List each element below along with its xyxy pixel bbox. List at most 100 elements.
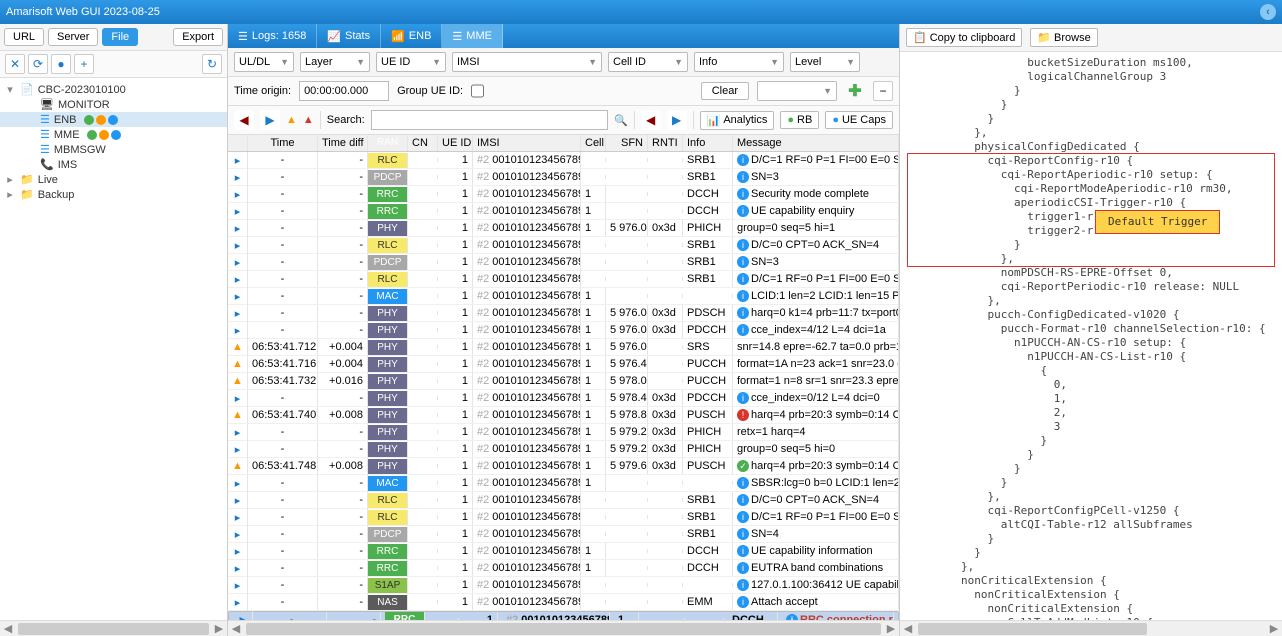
center-scrollbar[interactable]: ◀▶ [228,620,899,636]
clear-select[interactable]: ▼ [757,81,837,101]
table-row[interactable]: ▸--NAS1#2 001010123456789EMMiAttach acce… [228,594,899,611]
table-row[interactable]: ▲06:53:41.740+0.008PHY1#2 00101012345678… [228,407,899,424]
info-icon: i [737,596,749,608]
table-row[interactable]: ▲06:53:41.732+0.016PHY1#2 00101012345678… [228,373,899,390]
table-row[interactable]: ▸--PDCP1#2 001010123456789SRB1iSN=3 [228,169,899,186]
remove-icon[interactable]: − [873,81,893,101]
table-row[interactable]: ▸--PHY1#2 00101012345678915 976.00x3dPDC… [228,322,899,339]
column-header[interactable]: RAN [368,135,408,151]
clear-button[interactable]: Clear [701,82,749,100]
arrow-right-icon: ▸ [235,495,241,507]
collapse-icon[interactable]: ‹ [1260,4,1276,20]
time-origin-input[interactable] [299,81,389,101]
table-row[interactable]: ▸--RLC1#2 001010123456789SRB1iD/C=1 RF=0… [228,271,899,288]
column-header[interactable]: CN [408,135,438,151]
sync-icon[interactable]: ⟳ [28,54,48,74]
arrow-left-icon[interactable]: ◀ [234,110,254,130]
uecaps-button[interactable]: ●UE Caps [825,111,893,129]
tab-icon: 📈 [327,30,341,43]
column-header[interactable] [228,135,248,151]
column-header[interactable]: Time diff [318,135,368,151]
close-x-icon[interactable]: ✕ [5,54,25,74]
search-input[interactable] [371,110,608,130]
arrow-right-icon[interactable]: ▶ [260,110,280,130]
column-header[interactable]: SFN [606,135,648,151]
table-row[interactable]: ▸--RRC1#2 0010101234567891DCCHiUE capabi… [228,203,899,220]
column-header[interactable]: RNTI [648,135,683,151]
nav-next-icon[interactable]: ▶ [667,110,687,130]
group-ueid-checkbox[interactable] [471,81,484,101]
info-icon: i [737,579,749,591]
info-icon: i [737,528,749,540]
url-button[interactable]: URL [4,28,44,46]
nav-prev-icon[interactable]: ◀ [641,110,661,130]
layer-select[interactable]: Layer▼ [300,52,370,72]
imsi-select[interactable]: IMSI▼ [452,52,602,72]
export-button[interactable]: Export [173,28,223,46]
tab-enb[interactable]: 📶ENB [381,24,442,48]
right-scrollbar[interactable]: ◀▶ [900,620,1282,636]
refresh-icon[interactable]: ↻ [202,54,222,74]
tab-logs-[interactable]: ☰Logs: 1658 [228,24,317,48]
column-header[interactable]: Message [733,135,899,151]
server-button[interactable]: Server [48,28,98,46]
arrow-right-icon: ▸ [235,257,241,269]
tree-item[interactable]: ▸📁Backup [0,187,227,202]
ueid-select[interactable]: UE ID▼ [376,52,446,72]
table-row[interactable]: ▸--RLC1#2 001010123456789SRB1iD/C=0 CPT=… [228,492,899,509]
tree-item[interactable]: 🖥MONITOR [0,97,227,112]
scrollbar[interactable]: ◀▶ [0,620,227,636]
table-row[interactable]: ▸--PDCP1#2 001010123456789SRB1iSN=4 [228,526,899,543]
table-row[interactable]: ▸--PHY1#2 00101012345678915 976.00x3dPDS… [228,305,899,322]
tree-item[interactable]: ▾📄CBC-2023010100 [0,82,227,97]
table-row[interactable]: ▸--RRC1#2 0010101234567891DCCHiRRC conne… [228,611,899,620]
table-row[interactable]: ▸--MAC1#2 0010101234567891iSBSR:lcg=0 b=… [228,475,899,492]
rb-button[interactable]: ●RB [780,111,819,129]
column-header[interactable]: UE ID [438,135,473,151]
status-dot [84,115,94,125]
tab-mme[interactable]: ☰MME [442,24,503,48]
binoculars-icon[interactable]: 🔍 [614,114,628,127]
arrow-up-icon: ▲ [232,409,243,421]
tree-item[interactable]: ▸📁Live [0,172,227,187]
table-row[interactable]: ▸--PHY1#2 00101012345678915 979.20x3dPHI… [228,441,899,458]
table-row[interactable]: ▸--RRC1#2 0010101234567891DCCHiEUTRA ban… [228,560,899,577]
info-select[interactable]: Info▼ [694,52,784,72]
file-button[interactable]: File [102,28,138,46]
analytics-button[interactable]: 📊Analytics [700,111,775,130]
cellid-select[interactable]: Cell ID▼ [608,52,688,72]
copy-clipboard-button[interactable]: 📋Copy to clipboard [906,28,1022,47]
arrow-right-icon: ▸ [235,189,241,201]
table-row[interactable]: ▸--RLC1#2 001010123456789SRB1iD/C=1 RF=0… [228,509,899,526]
table-row[interactable]: ▸--PHY1#2 00101012345678915 979.20x3dPHI… [228,424,899,441]
tree-item[interactable]: ☰ENB [0,112,227,127]
table-row[interactable]: ▸--RRC1#2 0010101234567891DCCHiUE capabi… [228,543,899,560]
bulb-icon[interactable]: ● [51,54,71,74]
table-row[interactable]: ▸--PDCP1#2 001010123456789SRB1iSN=3 [228,254,899,271]
table-row[interactable]: ▸--PHY1#2 00101012345678915 976.00x3dPHI… [228,220,899,237]
tree-item[interactable]: 📞IMS [0,157,227,172]
column-header[interactable]: IMSI [473,135,581,151]
level-select[interactable]: Level▼ [790,52,860,72]
table-row[interactable]: ▲06:53:41.716+0.004PHY1#2 00101012345678… [228,356,899,373]
tree-item[interactable]: ☰MME [0,127,227,142]
error-icon[interactable]: ▲ [303,114,314,126]
table-row[interactable]: ▲06:53:41.748+0.008PHY1#2 00101012345678… [228,458,899,475]
column-header[interactable]: Time [248,135,318,151]
table-row[interactable]: ▸--PHY1#2 00101012345678915 978.40x3dPDC… [228,390,899,407]
table-row[interactable]: ▸--MAC1#2 0010101234567891iLCID:1 len=2 … [228,288,899,305]
browse-button[interactable]: 📁Browse [1030,28,1097,47]
add-icon[interactable]: ✚ [845,81,865,101]
column-header[interactable]: Info [683,135,733,151]
table-row[interactable]: ▸--RLC1#2 001010123456789SRB1iD/C=0 CPT=… [228,237,899,254]
uldl-select[interactable]: UL/DL▼ [234,52,294,72]
plus-icon[interactable]: + [74,54,94,74]
warn-icon[interactable]: ▲ [286,114,297,126]
tab-stats[interactable]: 📈Stats [317,24,381,48]
tree-item[interactable]: ☰MBMSGW [0,142,227,157]
table-row[interactable]: ▸--RLC1#2 001010123456789SRB1iD/C=1 RF=0… [228,152,899,169]
table-row[interactable]: ▲06:53:41.712+0.004PHY1#2 00101012345678… [228,339,899,356]
column-header[interactable]: Cell [581,135,606,151]
table-row[interactable]: ▸--S1AP1#2 001010123456789i127.0.1.100:3… [228,577,899,594]
table-row[interactable]: ▸--RRC1#2 0010101234567891DCCHiSecurity … [228,186,899,203]
